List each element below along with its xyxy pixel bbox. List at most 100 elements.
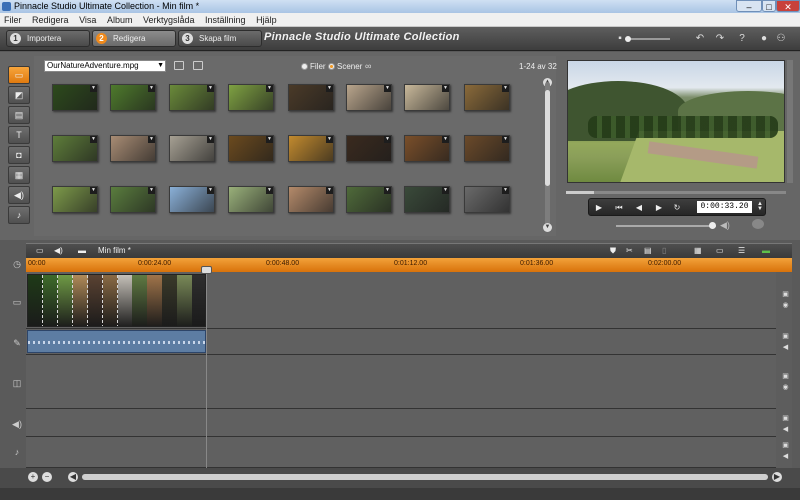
audio-meter-icon[interactable]: ▬ bbox=[762, 244, 770, 258]
audio-icon[interactable]: ◀) bbox=[8, 186, 30, 204]
thumbnail-menu-icon[interactable]: ▼ bbox=[502, 187, 509, 194]
timecode-stepper-icon[interactable]: ▲ ▼ bbox=[754, 201, 766, 213]
radio-scenes[interactable]: Scener bbox=[328, 62, 362, 71]
step-back-icon[interactable]: ◀ bbox=[633, 202, 645, 213]
thumbnail-menu-icon[interactable]: ▼ bbox=[148, 85, 155, 92]
scene-thumbnail[interactable]: ▼ bbox=[464, 135, 510, 162]
radio-files[interactable]: Filer bbox=[301, 62, 326, 71]
menu-file[interactable]: Filer bbox=[0, 13, 26, 27]
lock-icon[interactable]: ▣ bbox=[781, 414, 790, 423]
thumbnail-menu-icon[interactable]: ▼ bbox=[326, 136, 333, 143]
thumbnail-menu-icon[interactable]: ▼ bbox=[90, 187, 97, 194]
lock-icon[interactable]: ▣ bbox=[781, 332, 790, 341]
music-icon[interactable]: ♪ bbox=[8, 206, 30, 224]
scroll-left-icon[interactable]: ◀ bbox=[68, 472, 78, 482]
speaker-icon[interactable]: ◀) bbox=[720, 220, 730, 231]
thumbnail-menu-icon[interactable]: ▼ bbox=[148, 136, 155, 143]
scene-thumbnail[interactable]: ▼ bbox=[110, 186, 156, 213]
master-volume-knob[interactable] bbox=[625, 36, 631, 42]
thumbnail-menu-icon[interactable]: ▼ bbox=[90, 136, 97, 143]
thumbnail-menu-icon[interactable]: ▼ bbox=[207, 85, 214, 92]
undo-icon[interactable]: ↶ bbox=[694, 33, 706, 45]
skip-start-icon[interactable]: ⏮ bbox=[613, 202, 625, 213]
scene-thumbnail[interactable]: ▼ bbox=[288, 84, 334, 111]
thumbnail-menu-icon[interactable]: ▼ bbox=[502, 136, 509, 143]
playhead-handle[interactable] bbox=[201, 266, 212, 274]
scene-thumbnail[interactable]: ▼ bbox=[169, 186, 215, 213]
preview-volume-knob[interactable] bbox=[709, 222, 716, 229]
thumbnail-menu-icon[interactable]: ▼ bbox=[326, 85, 333, 92]
menu-album[interactable]: Album bbox=[103, 13, 137, 27]
album-scrollbar[interactable] bbox=[545, 82, 550, 228]
menu-icon[interactable]: ▦ bbox=[8, 166, 30, 184]
scene-thumbnail[interactable]: ▼ bbox=[464, 186, 510, 213]
scene-thumbnail[interactable]: ▼ bbox=[464, 84, 510, 111]
thumbnail-menu-icon[interactable]: ▼ bbox=[266, 187, 273, 194]
scene-thumbnail[interactable]: ▼ bbox=[288, 135, 334, 162]
scroll-right-icon[interactable]: ▶ bbox=[772, 472, 782, 482]
thumbnail-menu-icon[interactable]: ▼ bbox=[207, 187, 214, 194]
thumbnail-menu-icon[interactable]: ▼ bbox=[384, 85, 391, 92]
scene-thumbnail[interactable]: ▼ bbox=[169, 135, 215, 162]
eye-icon[interactable]: ◉ bbox=[781, 383, 790, 392]
thumbnail-menu-icon[interactable]: ▼ bbox=[442, 187, 449, 194]
audio-toggle-icon[interactable]: ◀) bbox=[54, 244, 63, 258]
eye-icon[interactable]: ◉ bbox=[781, 301, 790, 310]
menu-toolbox[interactable]: Verktygslåda bbox=[139, 13, 199, 27]
glasses-icon[interactable]: ∞ bbox=[365, 61, 371, 71]
loop-icon[interactable]: ↻ bbox=[671, 202, 683, 213]
scene-thumbnail[interactable]: ▼ bbox=[52, 84, 98, 111]
timeline-scrollbar-thumb[interactable] bbox=[82, 474, 768, 480]
scene-thumbnail[interactable]: ▼ bbox=[346, 135, 392, 162]
scene-thumbnail[interactable]: ▼ bbox=[228, 84, 274, 111]
video-track-icon[interactable]: ▭ bbox=[36, 244, 44, 258]
close-button[interactable]: ✕ bbox=[776, 0, 800, 12]
storyboard-view-icon[interactable]: ▦ bbox=[694, 244, 702, 258]
text-view-icon[interactable]: ☰ bbox=[738, 244, 745, 258]
scene-thumbnail[interactable]: ▼ bbox=[52, 135, 98, 162]
redo-icon[interactable]: ↷ bbox=[714, 33, 726, 45]
thumbnail-menu-icon[interactable]: ▼ bbox=[148, 187, 155, 194]
zoom-out-icon[interactable]: − bbox=[42, 472, 52, 482]
title-icon[interactable]: T bbox=[8, 126, 30, 144]
thumbnail-menu-icon[interactable]: ▼ bbox=[90, 85, 97, 92]
clock-icon[interactable]: ◷ bbox=[11, 258, 23, 270]
scrollbar-thumb[interactable] bbox=[545, 90, 550, 186]
tab-import[interactable]: 1 Importera bbox=[6, 30, 90, 47]
scene-thumbnail[interactable]: ▼ bbox=[52, 186, 98, 213]
razor-icon[interactable]: ✂ bbox=[626, 244, 633, 258]
help-icon[interactable]: ? bbox=[736, 33, 748, 45]
marker-icon[interactable]: ⛊ bbox=[610, 244, 616, 258]
thumbnail-menu-icon[interactable]: ▼ bbox=[442, 85, 449, 92]
video-clip[interactable] bbox=[27, 274, 206, 327]
timeline-view-icon[interactable]: ▭ bbox=[716, 244, 724, 258]
scene-thumbnail[interactable]: ▼ bbox=[110, 135, 156, 162]
split-icon[interactable]: ▯ bbox=[662, 244, 666, 258]
tab-edit[interactable]: 2 Redigera bbox=[92, 30, 176, 47]
scene-thumbnail[interactable]: ▼ bbox=[404, 186, 450, 213]
scene-thumbnail[interactable]: ▼ bbox=[346, 84, 392, 111]
scene-thumbnail[interactable]: ▼ bbox=[169, 84, 215, 111]
folder-icon[interactable] bbox=[193, 61, 203, 70]
audio-clip[interactable] bbox=[27, 330, 206, 353]
scene-thumbnail[interactable]: ▼ bbox=[288, 186, 334, 213]
preview-scrubber[interactable] bbox=[566, 191, 786, 194]
lock-icon[interactable]: ▣ bbox=[781, 290, 790, 299]
thumbnail-menu-icon[interactable]: ▼ bbox=[384, 187, 391, 194]
menu-edit[interactable]: Redigera bbox=[28, 13, 73, 27]
scene-thumbnail[interactable]: ▼ bbox=[346, 186, 392, 213]
speaker-icon[interactable]: ◀ bbox=[781, 452, 790, 461]
timeline-ruler[interactable]: 00:00 0:00:24.00 0:00:48.00 0:01:12.00 0… bbox=[26, 258, 792, 272]
scene-thumbnail[interactable]: ▼ bbox=[404, 84, 450, 111]
thumbnail-menu-icon[interactable]: ▼ bbox=[266, 136, 273, 143]
title-track[interactable] bbox=[26, 355, 776, 409]
camera-icon[interactable]: ◘ bbox=[8, 146, 30, 164]
file-dropdown[interactable]: OurNatureAdventure.mpg ▼ bbox=[44, 60, 166, 72]
photo-icon[interactable]: ▤ bbox=[8, 106, 30, 124]
scene-thumbnail[interactable]: ▼ bbox=[404, 135, 450, 162]
speaker-icon[interactable]: ◀ bbox=[781, 425, 790, 434]
folder-up-icon[interactable] bbox=[174, 61, 184, 70]
menu-view[interactable]: Visa bbox=[75, 13, 100, 27]
scene-thumbnail[interactable]: ▼ bbox=[228, 186, 274, 213]
music-track[interactable] bbox=[26, 437, 776, 468]
